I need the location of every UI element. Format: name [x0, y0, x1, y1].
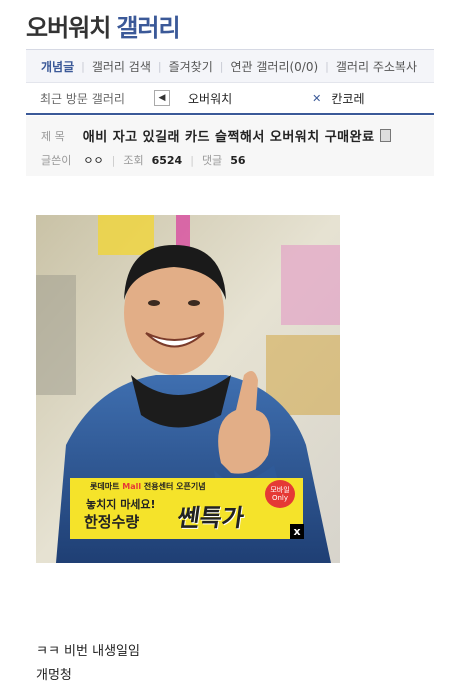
tab-related[interactable]: 연관 갤러리(0/0) — [223, 58, 325, 75]
view-count: 6524 — [151, 153, 183, 167]
tab-copy-address[interactable]: 갤러리 주소복사 — [329, 58, 424, 75]
recent-item-overwatch[interactable]: 오버워치 — [188, 90, 232, 107]
recent-galleries: 최근 방문 갤러리 ◀ 오버워치 ✕ 칸코레 — [26, 82, 434, 115]
ad-mall: Mall — [122, 482, 142, 491]
ad-big-text: 쎈특가 — [175, 504, 246, 532]
comment-count: 56 — [230, 153, 246, 167]
ad-badge: 모바일 Only — [265, 480, 295, 508]
close-icon[interactable]: ✕ — [312, 92, 321, 105]
gallery-title[interactable]: 오버워치 갤러리 — [26, 8, 181, 43]
recent-label: 최근 방문 갤러리 — [40, 91, 125, 106]
ad-headline-text: 전용센터 오픈기념 — [143, 482, 206, 491]
ad-close-button[interactable]: x — [290, 524, 304, 539]
ad-line1: 놓치지 마세요! — [86, 498, 156, 511]
gallery-name: 오버워치 — [26, 14, 111, 42]
gallery-suffix: 갤러리 — [116, 14, 180, 42]
subject-label: 제 목 — [41, 129, 65, 143]
recent-item-kancolle[interactable]: 칸코레 — [331, 90, 364, 107]
divider: | — [190, 153, 194, 167]
ad-line2: 한정수량 — [84, 513, 140, 531]
image-attachment-icon — [379, 129, 391, 142]
tab-best[interactable]: 개념글 — [26, 58, 81, 75]
comments-label: 댓글 — [201, 154, 223, 167]
ad-headline: 롯데마트 Mall 전용센터 오픈기념 — [90, 481, 206, 492]
post-body-line2: 개멍청 — [36, 668, 72, 683]
gallery-menu: 개념글 | 갤러리 검색 | 즐겨찾기 | 연관 갤러리(0/0) | 갤러리 … — [26, 49, 434, 83]
post-header: 제 목 애비 자고 있길래 카드 슬쩍해서 오버워치 구매완료 글쓴이 ㅇㅇ |… — [26, 116, 434, 176]
views-label: 조회 — [123, 154, 144, 167]
chevron-left-icon[interactable]: ◀ — [154, 90, 170, 106]
post-title: 애비 자고 있길래 카드 슬쩍해서 오버워치 구매완료 — [82, 130, 375, 145]
tab-search[interactable]: 갤러리 검색 — [85, 58, 158, 75]
divider: | — [111, 153, 116, 167]
author-label: 글쓴이 — [41, 154, 72, 167]
advertisement-banner[interactable]: 롯데마트 Mall 전용센터 오픈기념 놓치지 마세요! 한정수량 쎈특가 모바… — [70, 478, 303, 539]
author-name[interactable]: ㅇㅇ — [83, 152, 103, 168]
ad-brand: 롯데마트 — [90, 482, 120, 491]
tab-favorites[interactable]: 즐겨찾기 — [162, 58, 220, 75]
post-body-line1: ㅋㅋ 비번 내생일임 — [36, 644, 140, 659]
